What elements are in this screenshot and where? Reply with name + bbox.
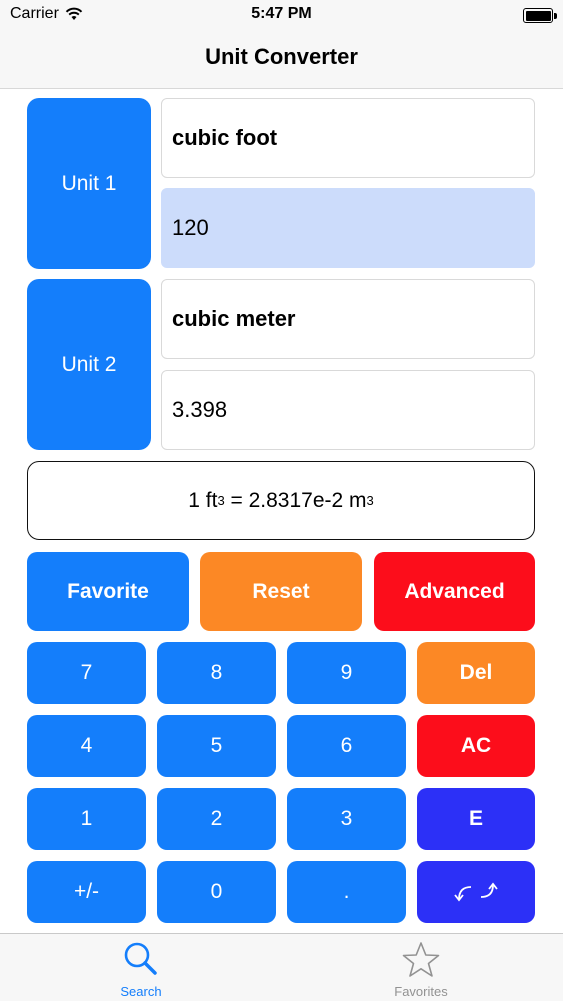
unit1-name: cubic foot bbox=[172, 125, 278, 150]
unit1-button[interactable]: Unit 1 bbox=[27, 98, 151, 269]
key-7[interactable]: 7 bbox=[27, 642, 146, 704]
unit2-name-field[interactable]: cubic meter bbox=[161, 279, 535, 359]
key-0[interactable]: 0 bbox=[157, 861, 276, 923]
formula-lhs-exponent: 3 bbox=[217, 493, 225, 508]
status-bar: Carrier 5:47 PM bbox=[0, 0, 563, 30]
swap-arrows-icon bbox=[454, 882, 498, 902]
navigation-bar: Unit Converter bbox=[0, 30, 563, 89]
unit1-label: Unit 1 bbox=[61, 171, 117, 195]
star-icon bbox=[402, 942, 440, 977]
favorite-button[interactable]: Favorite bbox=[27, 552, 189, 631]
swap-units-button[interactable] bbox=[417, 861, 535, 923]
unit2-label: Unit 2 bbox=[61, 352, 117, 376]
key-8[interactable]: 8 bbox=[157, 642, 276, 704]
unit1-value-field[interactable]: 120 bbox=[161, 188, 535, 268]
key-9[interactable]: 9 bbox=[287, 642, 406, 704]
key-6[interactable]: 6 bbox=[287, 715, 406, 777]
reset-button[interactable]: Reset bbox=[200, 552, 362, 631]
status-time: 5:47 PM bbox=[251, 5, 312, 22]
formula-rhs-exponent: 3 bbox=[366, 493, 374, 508]
battery-icon bbox=[523, 8, 557, 23]
tab-favorites[interactable]: Favorites bbox=[351, 934, 491, 1001]
tab-search[interactable]: Search bbox=[71, 934, 211, 1001]
tab-bar: Search Favorites bbox=[0, 933, 563, 1001]
unit2-name: cubic meter bbox=[172, 306, 296, 331]
formula-lhs: 1 ft bbox=[188, 488, 218, 512]
search-icon bbox=[124, 942, 157, 975]
unit2-button[interactable]: Unit 2 bbox=[27, 279, 151, 450]
tab-search-label: Search bbox=[120, 984, 162, 999]
exponent-button[interactable]: E bbox=[417, 788, 535, 850]
key-5[interactable]: 5 bbox=[157, 715, 276, 777]
page-title: Unit Converter bbox=[205, 44, 358, 69]
unit1-value: 120 bbox=[172, 215, 209, 240]
key-1[interactable]: 1 bbox=[27, 788, 146, 850]
sign-toggle-button[interactable]: +/- bbox=[27, 861, 146, 923]
key-4[interactable]: 4 bbox=[27, 715, 146, 777]
formula-rhs: = 2.8317e-2 m bbox=[224, 488, 367, 512]
key-2[interactable]: 2 bbox=[157, 788, 276, 850]
unit2-value-field[interactable]: 3.398 bbox=[161, 370, 535, 450]
decimal-point-key[interactable]: . bbox=[287, 861, 406, 923]
key-3[interactable]: 3 bbox=[287, 788, 406, 850]
conversion-formula: 1 ft 3 = 2.8317e-2 m3 bbox=[27, 461, 535, 540]
advanced-button[interactable]: Advanced bbox=[374, 552, 535, 631]
unit1-name-field[interactable]: cubic foot bbox=[161, 98, 535, 178]
delete-button[interactable]: Del bbox=[417, 642, 535, 704]
unit2-value: 3.398 bbox=[172, 397, 228, 422]
tab-favorites-label: Favorites bbox=[394, 984, 448, 999]
all-clear-button[interactable]: AC bbox=[417, 715, 535, 777]
